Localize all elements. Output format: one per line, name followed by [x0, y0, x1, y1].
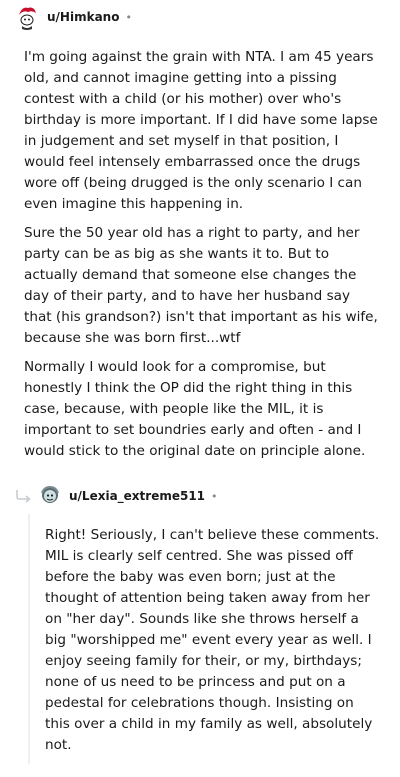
- username[interactable]: u/Himkano: [47, 10, 119, 24]
- comment-paragraph: I'm going against the grain with NTA. I …: [24, 49, 378, 212]
- comment-paragraph: Right! Seriously, I can't believe these …: [45, 527, 380, 753]
- comment-paragraph: Sure the 50 year old has a right to part…: [24, 225, 378, 346]
- separator-dot: •: [211, 489, 218, 503]
- reply-arrow-icon: [15, 488, 33, 507]
- comment-body: I'm going against the grain with NTA. I …: [24, 47, 380, 470]
- separator-dot: •: [125, 10, 132, 24]
- avatar[interactable]: [14, 4, 40, 30]
- comment-thread: u/Himkano • I'm going against the grain …: [0, 0, 400, 777]
- username[interactable]: u/Lexia_extreme511: [69, 489, 205, 503]
- comment-paragraph: Normally I would look for a compromise, …: [24, 359, 366, 459]
- reddit-avatar-icon: [14, 4, 40, 30]
- comment-body: Right! Seriously, I can't believe these …: [45, 525, 380, 764]
- avatar[interactable]: [38, 484, 62, 508]
- comment-header: u/Himkano •: [47, 9, 132, 25]
- reddit-avatar-icon: [38, 484, 62, 508]
- thread-line[interactable]: [28, 514, 30, 764]
- comment-header: u/Lexia_extreme511 •: [69, 488, 218, 504]
